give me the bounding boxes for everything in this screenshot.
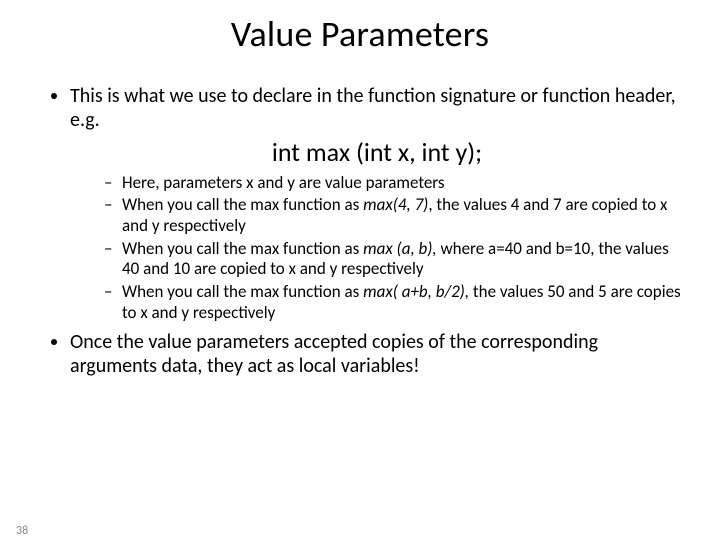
sub-bullet-4-call: max( a+b, b/2), [363, 281, 469, 302]
bullet-conclusion-text: Once the value parameters accepted copie… [70, 330, 598, 378]
page-number: 38 [16, 524, 28, 538]
bullet-conclusion: Once the value parameters accepted copie… [70, 330, 684, 379]
sub-bullet-3-call: max (a, b), [363, 238, 437, 259]
slide-body: This is what we use to declare in the fu… [0, 84, 720, 378]
sub-bullet-1-text: Here, parameters x and y are value param… [122, 172, 445, 193]
bullet-list-level2: Here, parameters x and y are value param… [70, 173, 684, 324]
sub-bullet-1: Here, parameters x and y are value param… [104, 173, 684, 194]
bullet-intro-text: This is what we use to declare in the fu… [70, 84, 676, 132]
sub-bullet-4-pre: When you call the max function as [122, 281, 363, 302]
sub-bullet-2-call: max(4, 7) [363, 194, 428, 215]
sub-bullet-4: When you call the max function as max( a… [104, 282, 684, 323]
bullet-intro: This is what we use to declare in the fu… [70, 84, 684, 324]
slide-title: Value Parameters [0, 12, 720, 56]
sub-bullet-3-pre: When you call the max function as [122, 238, 363, 259]
sub-bullet-2: When you call the max function as max(4,… [104, 195, 684, 236]
sub-bullet-2-pre: When you call the max function as [122, 194, 363, 215]
bullet-list-level1: This is what we use to declare in the fu… [36, 84, 684, 378]
sub-bullet-3: When you call the max function as max (a… [104, 239, 684, 280]
function-signature: int max (int x, int y); [70, 137, 684, 169]
